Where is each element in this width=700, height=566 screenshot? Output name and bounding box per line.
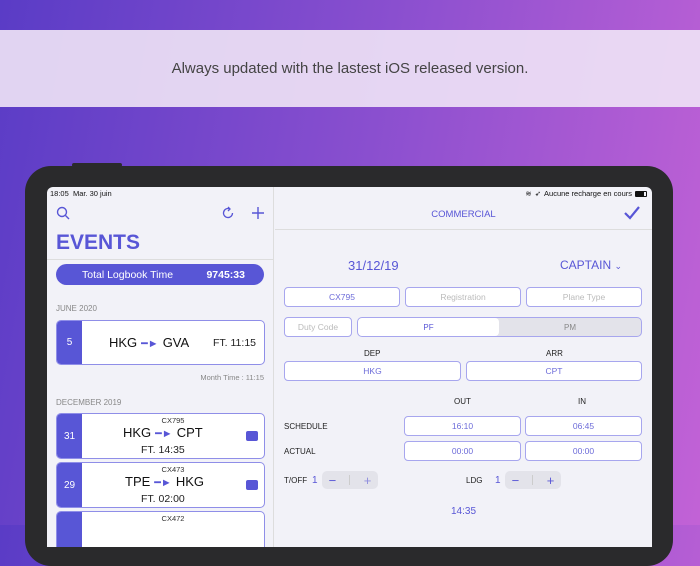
promo-banner: Always updated with the lastest iOS rele… [0,30,700,107]
event-route: HKG ━► CPT [123,425,203,440]
event-card[interactable]: 31 CX795 HKG ━► CPT FT. 14:35 [56,413,265,459]
dep-field[interactable]: HKG [284,361,461,381]
event-card[interactable]: 29 CX473 TPE ━► HKG FT. 02:00 [56,462,265,508]
in-label: IN [578,397,586,406]
ldg-value: 1 [495,475,501,486]
minus-icon: − [328,472,337,488]
events-pane: EVENTS Total Logbook Time 9745:33 JUNE 20… [47,187,274,547]
toff-value: 1 [312,475,318,486]
plane-type-field[interactable]: Plane Type [526,287,642,307]
event-ft: FT. 14:35 [141,444,185,456]
section-header: DECEMBER 2019 [56,398,122,407]
event-flight: CX473 [161,465,185,474]
detail-header: COMMERCIAL [275,202,652,230]
month-time: Month Time : 11:15 [200,373,264,382]
divider [47,259,274,260]
ldg-label: LDG [466,476,483,485]
event-route: TPE ━► HKG [125,474,204,489]
schedule-in-field[interactable]: 06:45 [525,416,642,436]
registration-field[interactable]: Registration [405,287,521,307]
comment-icon [246,431,258,441]
total-flight-time: 14:35 [450,506,477,517]
event-route: HKG ━► GVA [109,335,190,350]
event-ft: FT. 02:00 [141,493,185,505]
comment-icon [246,480,258,490]
schedule-out-field[interactable]: 16:10 [404,416,521,436]
segment-pf[interactable]: PF [358,318,499,336]
actual-out-field[interactable]: 00:00 [404,441,521,461]
total-label: Total Logbook Time [82,268,174,281]
flight-number-field[interactable]: CX795 [284,287,400,307]
header-title: COMMERCIAL [431,209,496,220]
segment-pm[interactable]: PM [499,318,641,336]
event-card[interactable]: CX472 [56,511,265,547]
page-title: EVENTS [56,231,141,254]
arr-field[interactable]: CPT [466,361,642,381]
add-icon[interactable] [251,206,265,220]
section-header: JUNE 2020 [56,304,97,313]
arr-label: ARR [546,349,563,358]
pf-pm-segment: PF PM [357,317,642,337]
actual-in-field[interactable]: 00:00 [525,441,642,461]
plus-icon: + [363,472,372,488]
tablet-screen: 18:05 Mar. 30 juin ≋ ➶ Aucune recharge en … [47,187,652,547]
event-flight: CX472 [161,514,185,523]
dep-label: DEP [364,349,381,358]
total-logbook-time[interactable]: Total Logbook Time 9745:33 [56,264,264,285]
duty-code-field[interactable]: Duty Code [284,317,352,337]
toff-label: T/OFF [284,476,308,485]
plane-arrow-icon: ━► [154,477,172,489]
event-card[interactable]: 5 HKG ━► GVA FT. 11:15 [56,320,265,365]
event-day: 5 [57,321,82,364]
plane-arrow-icon: ━► [155,428,173,440]
event-detail-pane: COMMERCIAL 31/12/19 CAPTAIN ⌄ CX795 Regi… [275,187,652,547]
toff-stepper[interactable]: − + [322,471,378,489]
date-field[interactable]: 31/12/19 [348,258,399,273]
plus-icon: + [546,472,555,488]
chevron-down-icon: ⌄ [614,261,623,271]
search-icon[interactable] [56,206,70,220]
role-dropdown[interactable]: CAPTAIN ⌄ [560,258,622,272]
schedule-label: SCHEDULE [284,422,328,431]
plane-arrow-icon: ━► [141,338,159,350]
checkmark-icon[interactable] [624,206,640,220]
out-label: OUT [454,397,471,406]
event-ft: FT. 11:15 [213,337,256,349]
ldg-stepper[interactable]: − + [505,471,561,489]
event-flight: CX795 [161,416,185,425]
minus-icon: − [511,472,520,488]
refresh-icon[interactable] [221,206,235,220]
total-value: 9745:33 [206,268,245,281]
actual-label: ACTUAL [284,447,316,456]
